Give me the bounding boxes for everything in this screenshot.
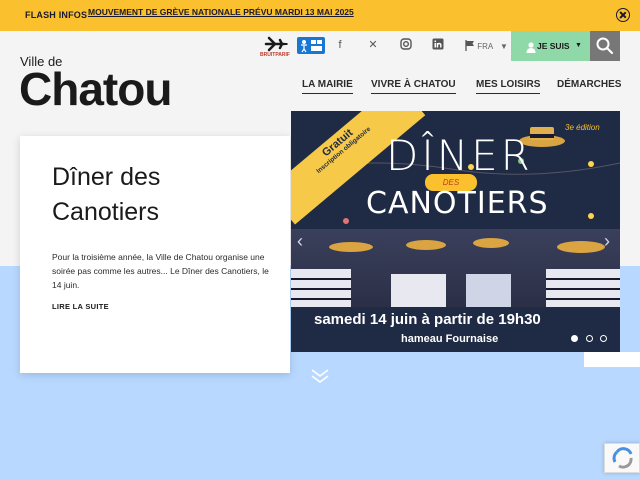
logo-title[interactable]: Chatou bbox=[19, 62, 172, 116]
read-more-link[interactable]: LIRE LA SUITE bbox=[52, 302, 109, 311]
flash-message-link[interactable]: MOUVEMENT DE GRÈVE NATIONALE PRÉVU MARDI… bbox=[88, 7, 354, 17]
edition-label: 3e édition bbox=[565, 123, 600, 132]
nav-demarches[interactable]: DÉMARCHES bbox=[557, 79, 621, 93]
banner-title-line2: CANOTIERS bbox=[366, 186, 549, 221]
card-title: Dîner des Canotiers bbox=[52, 163, 161, 226]
recaptcha-badge[interactable] bbox=[604, 443, 640, 473]
event-banner[interactable]: Gratuit Inscription obligatoire 3e éditi… bbox=[291, 111, 620, 352]
white-strip bbox=[584, 352, 640, 367]
nav-mes-loisirs[interactable]: MES LOISIRS bbox=[476, 79, 541, 94]
accessibility-icon[interactable] bbox=[297, 37, 325, 54]
chevron-down-icon: ▼ bbox=[575, 42, 582, 49]
scroll-down-icon[interactable] bbox=[310, 368, 330, 384]
banner-title-line1: DÎNER bbox=[386, 131, 533, 180]
slide-dot-2[interactable] bbox=[586, 335, 593, 342]
card-text: Pour la troisième année, la Ville de Cha… bbox=[52, 252, 269, 290]
banner-place: hameau Fournaise bbox=[401, 333, 499, 345]
chevron-down-icon: ▼ bbox=[500, 42, 508, 51]
user-icon bbox=[526, 40, 536, 58]
slide-dot-3[interactable] bbox=[600, 335, 607, 342]
flash-label: FLASH INFOS bbox=[25, 10, 88, 20]
flag-icon bbox=[465, 40, 475, 51]
search-icon bbox=[596, 37, 614, 55]
slide-dot-1[interactable] bbox=[571, 335, 578, 342]
nav-vivre-a-chatou[interactable]: VIVRE À CHATOU bbox=[371, 79, 456, 94]
x-icon[interactable]: ✕ bbox=[366, 38, 380, 52]
news-card: Dîner des Canotiers Pour la troisième an… bbox=[20, 136, 290, 373]
facebook-icon[interactable]: f bbox=[333, 38, 347, 52]
recaptcha-icon bbox=[612, 447, 633, 469]
language-selector[interactable]: FRA ▼ bbox=[465, 40, 508, 51]
instagram-icon[interactable] bbox=[399, 38, 413, 52]
je-suis-label: JE SUIS bbox=[537, 41, 570, 51]
crowd-photo bbox=[291, 229, 620, 311]
bruitparif-label: BRUITPARIF bbox=[260, 52, 290, 58]
close-icon[interactable] bbox=[616, 8, 630, 22]
bruitparif-link[interactable]: BRUITPARIF bbox=[258, 35, 292, 61]
language-label: FRA bbox=[477, 42, 493, 51]
linkedin-icon[interactable] bbox=[431, 38, 445, 52]
je-suis-button[interactable]: JE SUIS ▼ bbox=[511, 31, 590, 61]
airplane-icon bbox=[264, 36, 288, 52]
banner-date: samedi 14 juin à partir de 19h30 bbox=[314, 311, 541, 328]
chevron-right-icon[interactable]: › bbox=[604, 231, 610, 252]
nav-la-mairie[interactable]: LA MAIRIE bbox=[302, 79, 353, 94]
chevron-left-icon[interactable]: ‹ bbox=[297, 231, 303, 252]
search-button[interactable] bbox=[590, 31, 620, 61]
flash-bar: FLASH INFOS MOUVEMENT DE GRÈVE NATIONALE… bbox=[0, 0, 640, 31]
